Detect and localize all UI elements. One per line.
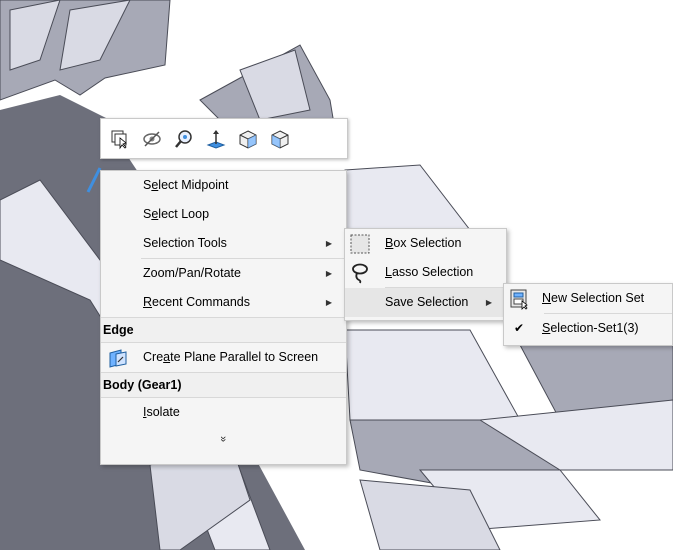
- menu-item-select-midpoint[interactable]: Select Midpoint: [101, 171, 346, 200]
- submenu-arrow-icon: ▶: [485, 298, 492, 307]
- menu-item-lasso-selection[interactable]: Lasso Selection: [345, 258, 506, 287]
- save-selection-submenu: New Selection Set ✔ Selection-Set1(3): [503, 283, 673, 346]
- submenu-arrow-icon: ▶: [325, 298, 332, 307]
- selection-tools-submenu: Box Selection Lasso Selection Save Selec…: [344, 228, 507, 321]
- menu-item-recent-commands[interactable]: Recent Commands ▶: [101, 288, 346, 317]
- menu-item-label: asso Selection: [391, 265, 474, 279]
- menu-item-create-plane-parallel[interactable]: Create Plane Parallel to Screen: [101, 343, 346, 372]
- context-toolbar: [100, 118, 348, 159]
- view-orientation-icon[interactable]: [267, 126, 293, 152]
- menu-item-label-rest: lect Loop: [158, 207, 210, 221]
- select-other-icon[interactable]: [107, 126, 133, 152]
- menu-item-new-selection-set[interactable]: New Selection Set: [504, 284, 672, 313]
- hide-icon[interactable]: [139, 126, 165, 152]
- menu-item-label: solate: [146, 405, 180, 419]
- plane-icon: [107, 347, 129, 369]
- menu-item-label: ecent Commands: [152, 295, 250, 309]
- menu-item-isolate[interactable]: Isolate: [101, 398, 346, 427]
- menu-item-select-loop[interactable]: Select Loop: [101, 200, 346, 229]
- zoom-to-selection-icon[interactable]: [171, 126, 197, 152]
- normal-to-icon[interactable]: [203, 126, 229, 152]
- section-header-body: Body (Gear1): [101, 373, 346, 397]
- menu-item-save-selection[interactable]: Save Selection ▶: [345, 288, 506, 317]
- menu-item-selection-set1[interactable]: ✔ Selection-Set1(3): [504, 314, 672, 343]
- lasso-icon: [349, 262, 371, 284]
- menu-item-selection-tools[interactable]: Selection Tools ▶: [101, 229, 346, 258]
- menu-item-label-rest: te Plane Parallel to Screen: [170, 350, 319, 364]
- menu-item-zoom-pan-rotate[interactable]: Zoom/Pan/Rotate ▶: [101, 259, 346, 288]
- menu-item-label: ew Selection Set: [551, 291, 645, 305]
- checkmark-icon: ✔: [513, 321, 525, 335]
- menu-item-label: election-Set1(3): [550, 321, 639, 335]
- menu-item-label: Save Selection: [385, 295, 469, 309]
- menu-item-label: Cre: [143, 350, 164, 364]
- submenu-arrow-icon: ▶: [325, 269, 332, 278]
- menu-item-box-selection[interactable]: Box Selection: [345, 229, 506, 258]
- context-menu: Select Midpoint Select Loop Selection To…: [100, 170, 347, 465]
- new-selection-set-icon: [508, 288, 530, 310]
- menu-item-label: Zoom/Pan/Rotate: [143, 266, 241, 280]
- menu-item-label-rest: lect Midpoint: [158, 178, 229, 192]
- isometric-view-icon[interactable]: [235, 126, 261, 152]
- menu-item-label: ox Selection: [393, 236, 462, 250]
- box-selection-icon: [349, 233, 371, 255]
- menu-item-accelerator: N: [542, 291, 552, 305]
- expand-menu-chevron-icon[interactable]: »: [101, 427, 346, 451]
- menu-item-accelerator: L: [385, 265, 392, 279]
- submenu-arrow-icon: ▶: [325, 239, 332, 248]
- section-header-edge: Edge: [101, 318, 346, 342]
- expand-glyph: »: [217, 435, 230, 443]
- menu-item-label: Selection Tools: [143, 236, 227, 250]
- menu-item-accelerator: R: [143, 295, 153, 309]
